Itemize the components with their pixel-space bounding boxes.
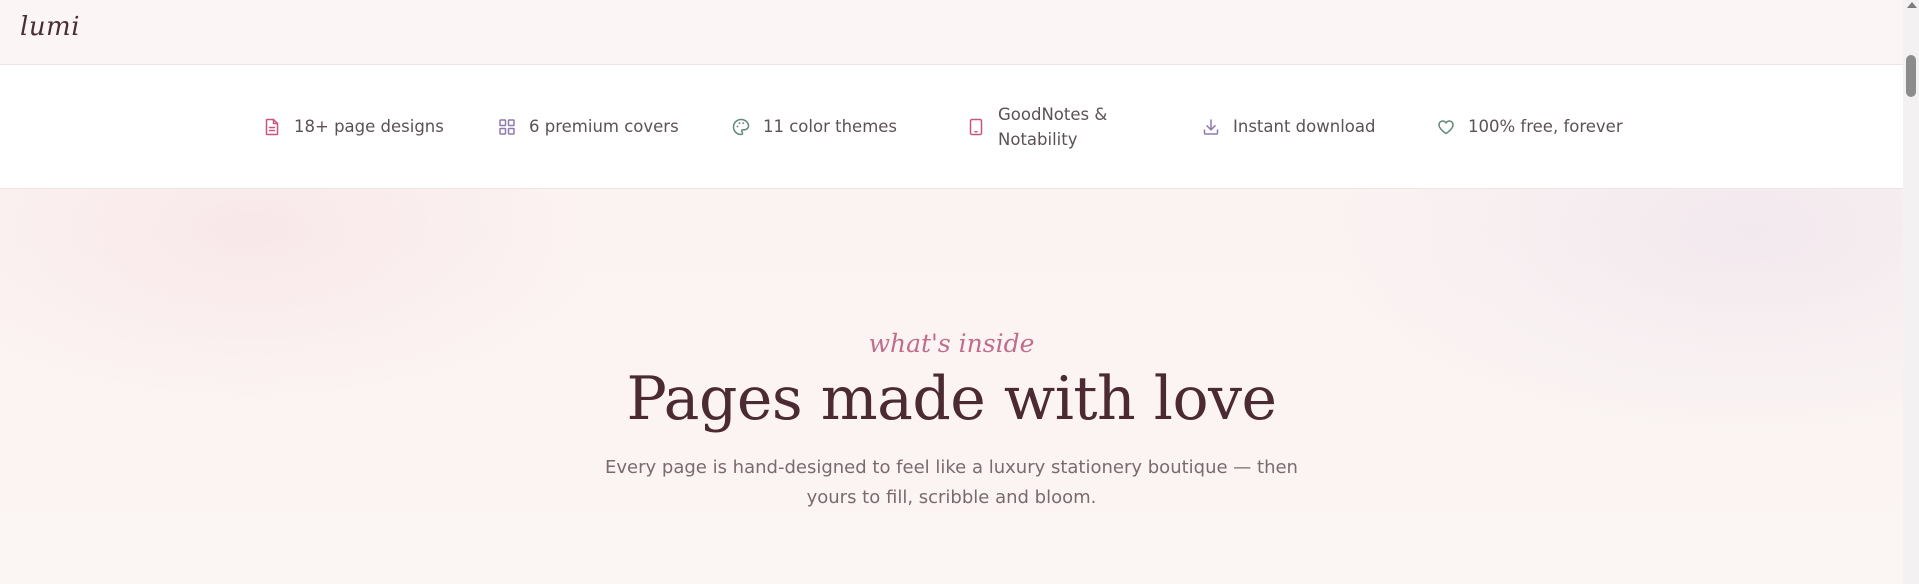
tablet-icon <box>966 117 986 137</box>
palette-icon <box>731 117 751 137</box>
section-subtitle: Every page is hand-designed to feel like… <box>605 457 1298 508</box>
heart-icon <box>1436 117 1456 137</box>
feature-label: GoodNotes & Notability <box>998 104 1108 149</box>
main-content: lumi 18+ page designs 6 premium covers 1… <box>0 0 1903 584</box>
top-navigation-bar: lumi <box>0 0 1903 65</box>
feature-color-themes: 11 color themes <box>731 65 897 188</box>
logo[interactable]: lumi <box>20 12 80 42</box>
feature-label: 100% free, forever <box>1468 117 1623 136</box>
hero-section: what's inside Pages made with love Every… <box>0 189 1903 584</box>
feature-free-forever: 100% free, forever <box>1436 65 1623 188</box>
feature-instant-download: Instant download <box>1201 65 1375 188</box>
document-icon <box>262 117 282 137</box>
feature-label: 6 premium covers <box>529 117 679 136</box>
scrollbar-thumb[interactable] <box>1906 55 1916 97</box>
feature-label: 18+ page designs <box>294 117 444 136</box>
grid-icon <box>497 117 517 137</box>
feature-label: Instant download <box>1233 117 1376 136</box>
vertical-scrollbar[interactable] <box>1903 0 1919 584</box>
scroll-up-arrow-icon[interactable] <box>1907 2 1917 8</box>
feature-label: 11 color themes <box>763 117 898 136</box>
download-icon <box>1201 117 1221 137</box>
section-title: Pages made with love <box>626 364 1277 434</box>
feature-premium-covers: 6 premium covers <box>497 65 679 188</box>
section-eyebrow: what's inside <box>868 329 1035 358</box>
page: lumi 18+ page designs 6 premium covers 1… <box>0 0 1919 584</box>
feature-goodnotes-notability: GoodNotes & Notability <box>966 65 1118 188</box>
features-strip: 18+ page designs 6 premium covers 11 col… <box>0 65 1903 189</box>
feature-page-designs: 18+ page designs <box>262 65 444 188</box>
